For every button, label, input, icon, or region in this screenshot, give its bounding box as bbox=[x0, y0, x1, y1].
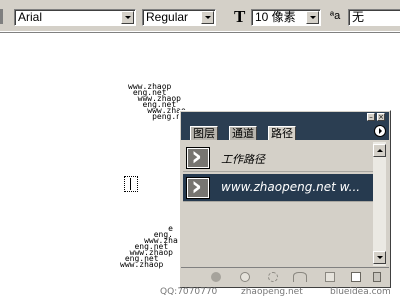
fill-path-icon[interactable] bbox=[211, 272, 221, 282]
font-style-value: Regular bbox=[146, 10, 189, 24]
paths-list: 工作路径 www.zhaopeng.net w... bbox=[183, 142, 373, 266]
scroll-down-icon[interactable] bbox=[373, 251, 386, 264]
path-label: www.zhaopeng.net w... bbox=[221, 180, 361, 194]
palette-tabs: 图层 通道 路径 bbox=[181, 122, 389, 140]
options-bar: Arial Regular T 10 像素 ªa 无 bbox=[0, 0, 400, 33]
chevron-down-icon[interactable] bbox=[201, 11, 214, 24]
stroke-path-icon[interactable] bbox=[240, 272, 250, 282]
font-family-value: Arial bbox=[18, 10, 43, 24]
tab-layers[interactable]: 图层 bbox=[190, 126, 218, 140]
path-row-work[interactable]: 工作路径 bbox=[183, 142, 373, 172]
text-on-path-top: www.zhaop eng.net www.zhaop eng.net www.… bbox=[128, 82, 186, 121]
font-style-select[interactable]: Regular bbox=[142, 9, 216, 26]
close-icon[interactable]: × bbox=[377, 113, 385, 121]
delete-path-icon[interactable] bbox=[373, 272, 381, 282]
anti-alias-select[interactable]: 无 bbox=[348, 9, 400, 26]
chevron-down-icon[interactable] bbox=[306, 11, 319, 24]
font-family-select[interactable]: Arial bbox=[14, 9, 136, 26]
text-on-path-bottom: e eng. www.zha eng.net www.zhaop eng.net… bbox=[120, 224, 178, 269]
paths-scrollbar[interactable] bbox=[373, 142, 386, 266]
options-bar-left-edge bbox=[0, 9, 3, 24]
path-thumbnail-icon bbox=[186, 142, 210, 172]
palette-titlebar[interactable]: – × bbox=[181, 112, 389, 122]
chevron-down-icon[interactable] bbox=[121, 11, 134, 24]
palette-menu-icon[interactable] bbox=[374, 125, 386, 137]
new-path-icon[interactable] bbox=[351, 272, 361, 282]
make-work-path-icon[interactable] bbox=[293, 272, 307, 282]
watermark-qq: QQ:7070770 bbox=[160, 287, 218, 297]
anti-alias-value: 无 bbox=[352, 10, 365, 24]
tab-paths[interactable]: 路径 bbox=[268, 126, 296, 140]
paths-palette: – × 图层 通道 路径 工作路径 www.zhaopeng.net w... bbox=[179, 110, 391, 288]
palette-footer bbox=[181, 267, 389, 287]
font-size-select[interactable]: 10 像素 bbox=[251, 9, 321, 26]
watermark-blueidea: blueidea.com bbox=[330, 287, 391, 297]
minimize-icon[interactable]: – bbox=[367, 113, 375, 121]
text-size-icon: T bbox=[234, 7, 246, 26]
options-bar-highlight bbox=[0, 31, 400, 32]
tab-channels[interactable]: 通道 bbox=[229, 126, 257, 140]
path-thumbnail-icon bbox=[186, 172, 210, 202]
anti-alias-icon: ªa bbox=[330, 10, 341, 22]
scroll-up-icon[interactable] bbox=[373, 144, 386, 157]
path-row-selected[interactable]: www.zhaopeng.net w... bbox=[183, 172, 373, 202]
watermark-site: zhaopeng.net bbox=[241, 287, 303, 297]
path-label: 工作路径 bbox=[221, 153, 265, 166]
add-mask-icon[interactable] bbox=[325, 272, 335, 282]
text-cursor-icon bbox=[124, 176, 138, 192]
font-size-value: 10 像素 bbox=[255, 10, 296, 24]
load-selection-icon[interactable] bbox=[268, 272, 278, 282]
